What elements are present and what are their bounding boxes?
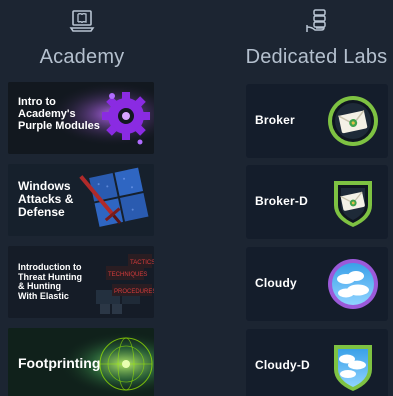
academy-card-title: Footprinting [18, 355, 101, 371]
dedicated-labs-header[interactable]: Dedicated Labs [240, 8, 393, 68]
lab-name: Cloudy [255, 276, 297, 290]
lab-card-cloudy[interactable]: Cloudy [246, 247, 388, 321]
svg-text:TECHNIQUES: TECHNIQUES [108, 272, 147, 278]
svg-text:TACTICS: TACTICS [130, 260, 154, 266]
app-root: Academy Dedicated Labs Intro to Academy'… [0, 0, 393, 396]
academy-card-title: Windows Attacks & Defense [18, 179, 74, 219]
clouds-shield-badge [334, 345, 372, 391]
lab-card-cloudy-d[interactable]: Cloudy-D [246, 329, 388, 396]
academy-heading: Academy [39, 46, 125, 68]
academy-card-threat-hunting[interactable]: TACTICS TECHNIQUES PROCEDURES Introducti… [8, 246, 154, 318]
envelope-circle-badge [328, 96, 378, 146]
academy-header[interactable]: Academy [8, 8, 156, 68]
academy-card-title: Intro to Academy's Purple Modules [18, 96, 100, 132]
lab-name: Broker-D [255, 194, 308, 208]
lab-name: Cloudy-D [255, 358, 310, 372]
lab-name: Broker [255, 113, 295, 127]
laptop-book-icon [69, 10, 95, 32]
academy-card-windows-attacks[interactable]: Windows Attacks & Defense [8, 164, 154, 236]
envelope-shield-badge [334, 181, 372, 227]
clouds-circle-badge [328, 259, 378, 309]
dedicated-labs-heading: Dedicated Labs [245, 46, 388, 68]
lab-card-broker[interactable]: Broker [246, 84, 388, 158]
academy-card-title: Introduction to Threat Hunting & Hunting… [18, 262, 82, 302]
academy-card-purple-modules[interactable]: Intro to Academy's Purple Modules [8, 82, 154, 154]
svg-text:PROCEDURES: PROCEDURES [114, 289, 154, 295]
server-hand-icon [305, 9, 326, 32]
lab-card-broker-d[interactable]: Broker-D [246, 165, 388, 239]
academy-card-footprinting[interactable]: Footprinting [8, 328, 154, 396]
